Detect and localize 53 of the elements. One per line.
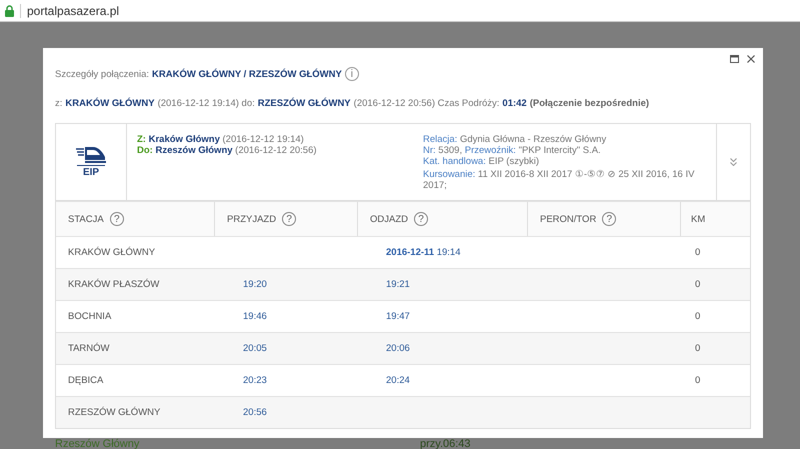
station-cell-text: DĘBICA: [67, 375, 104, 386]
arrival-cell-text: 19:20: [242, 279, 268, 290]
station-cell-text: RZESZÓW GŁÓWNY: [67, 407, 162, 418]
train-info-line: Nr: 5309, Przewoźnik: "PKP Intercity" S.A.: [423, 145, 602, 156]
departure-cell-text: 20:24: [385, 375, 411, 386]
column-header: PERON/TOR: [540, 214, 596, 224]
to-station-line: Do: Rzeszów Główny (2016-12-12 20:56): [137, 145, 318, 156]
km-cell-text: 0: [694, 375, 702, 386]
route-title: KRAKÓW GŁÓWNY / RZESZÓW GŁÓWNY: [152, 68, 342, 80]
column-header: ODJAZD: [370, 214, 408, 224]
connection-note: (Połączenie bezpośrednie): [530, 98, 650, 109]
summary-value: 01:42: [502, 98, 527, 109]
address-url[interactable]: portalpasazera.pl: [27, 4, 120, 18]
departure-cell-text: 19:47: [385, 311, 411, 322]
details-label: Szczegóły połączenia:: [55, 68, 149, 80]
train-info-line: Kat. handlowa: EIP (szybki): [423, 156, 540, 167]
close-icon[interactable]: [747, 55, 755, 63]
station-cell-text: KRAKÓW PŁASZÓW: [67, 279, 160, 290]
expand-chevron-icon[interactable]: [730, 158, 737, 166]
km-cell-text: 0: [694, 343, 702, 354]
station-cell-text: KRAKÓW GŁÓWNY: [67, 247, 156, 258]
help-button[interactable]: ?: [414, 212, 428, 226]
maximize-icon[interactable]: [730, 55, 739, 63]
category-label: EIP: [76, 165, 106, 178]
km-cell-text: 0: [694, 247, 702, 258]
train-info-line: Kursowanie: 11 XII 2016-8 XII 2017 ①-⑤⑦ ⊘ 25 XII 2016, 16 IV 2017;: [423, 169, 696, 191]
departure-cell-text: 19:21: [385, 279, 411, 290]
summary-value: KRAKÓW GŁÓWNY: [65, 98, 155, 109]
column-header: STACJA: [68, 214, 104, 224]
summary-value: RZESZÓW GŁÓWNY: [258, 98, 351, 109]
summary-label: z:: [55, 98, 62, 109]
departure-cell-text: 2016-12-11 19:14: [385, 247, 462, 258]
arrival-cell-text: 19:46: [242, 311, 268, 322]
station-cell-text: TARNÓW: [67, 343, 111, 354]
lock-icon: [5, 4, 14, 16]
km-cell-text: 0: [694, 311, 702, 322]
info-button[interactable]: i: [344, 67, 359, 81]
help-button[interactable]: ?: [602, 212, 616, 226]
train-info-line: Relacja: Gdynia Główna - Rzeszów Główny: [423, 134, 608, 145]
column-header: KM: [691, 214, 706, 224]
summary-label: (2016-12-12 20:56) Czas Podróży:: [354, 98, 500, 109]
help-button[interactable]: ?: [110, 212, 124, 226]
station-cell-text: BOCHNIA: [67, 311, 112, 322]
train-icon: [76, 146, 106, 164]
arrival-cell-text: 20:23: [242, 375, 268, 386]
arrival-cell-text: 20:05: [242, 343, 268, 354]
arrival-cell-text: 20:56: [242, 407, 268, 418]
departure-cell-text: 20:06: [385, 343, 411, 354]
summary-label: (2016-12-12 19:14) do:: [158, 98, 255, 109]
from-station-line: Z: Kraków Główny (2016-12-12 19:14): [137, 134, 305, 145]
column-header: PRZYJAZD: [227, 214, 276, 224]
help-button[interactable]: ?: [282, 212, 296, 226]
km-cell-text: 0: [694, 279, 702, 290]
